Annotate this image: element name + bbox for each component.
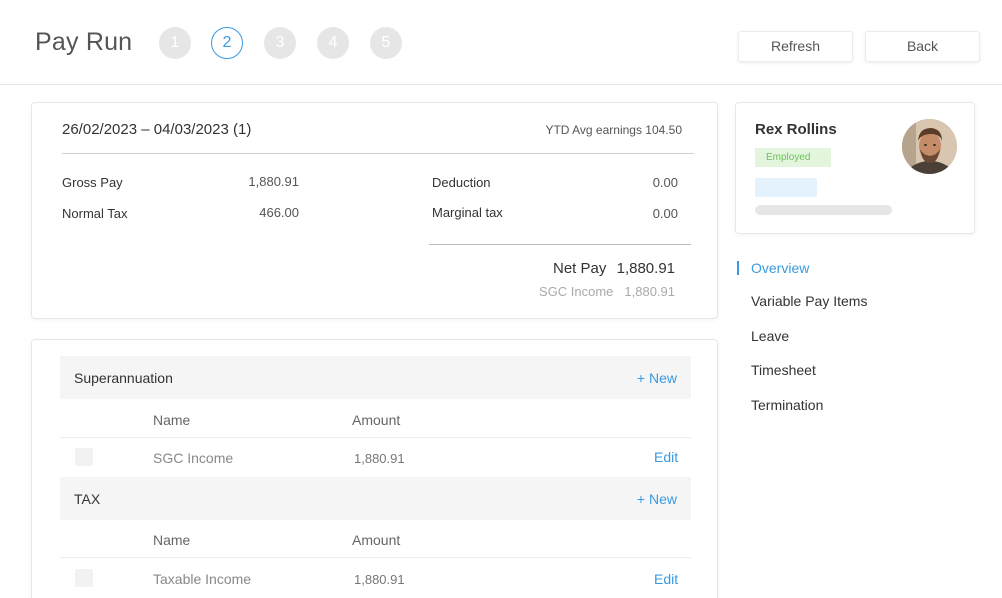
column-header-name: Name xyxy=(153,532,191,548)
placeholder-bar xyxy=(755,205,892,215)
step-4[interactable]: 4 xyxy=(317,27,349,59)
row-checkbox[interactable] xyxy=(75,448,93,466)
status-badge: Employed xyxy=(755,148,831,167)
nav-variable-pay-items[interactable]: Variable Pay Items xyxy=(751,293,867,309)
sgc-income-label: SGC Income xyxy=(539,284,614,299)
pay-items-card: Superannuation + New Name Amount SGC Inc… xyxy=(31,339,718,598)
nav-overview[interactable]: Overview xyxy=(751,260,809,276)
employee-name: Rex Rollins xyxy=(755,121,837,138)
column-header-amount: Amount xyxy=(352,532,401,548)
step-3[interactable]: 3 xyxy=(264,27,296,59)
section-title: TAX xyxy=(74,491,101,507)
item-name: SGC Income xyxy=(153,450,234,466)
divider xyxy=(60,557,691,558)
column-header-name: Name xyxy=(153,412,191,428)
employee-card: Rex Rollins Employed xyxy=(735,102,975,234)
avatar-photo-icon xyxy=(902,119,957,174)
nav-termination[interactable]: Termination xyxy=(751,397,823,413)
ytd-earnings: YTD Avg earnings 104.50 xyxy=(545,123,682,137)
active-nav-indicator xyxy=(737,261,739,275)
edit-button[interactable]: Edit xyxy=(654,571,678,587)
step-5[interactable]: 5 xyxy=(370,27,402,59)
nav-leave[interactable]: Leave xyxy=(751,328,789,344)
superannuation-header: Superannuation + New xyxy=(60,356,691,399)
tax-header: TAX + New xyxy=(60,477,691,520)
deduction-label: Deduction xyxy=(432,175,491,190)
sgc-income-value: 1,880.91 xyxy=(624,284,675,299)
deduction-value: 0.00 xyxy=(652,175,678,190)
page-title: Pay Run xyxy=(35,28,133,56)
item-amount: 1,880.91 xyxy=(354,572,405,587)
row-checkbox[interactable] xyxy=(75,569,93,587)
column-header-amount: Amount xyxy=(352,412,401,428)
edit-button[interactable]: Edit xyxy=(654,449,678,465)
marginal-tax-value: 0.00 xyxy=(652,206,678,221)
normal-tax-value: 466.00 xyxy=(259,205,299,220)
divider xyxy=(62,153,694,154)
gross-pay-value: 1,880.91 xyxy=(248,174,299,189)
section-title: Superannuation xyxy=(74,370,173,386)
net-pay-label: Net Pay xyxy=(553,260,607,277)
nav-timesheet[interactable]: Timesheet xyxy=(751,362,816,378)
normal-tax-label: Normal Tax xyxy=(62,206,128,221)
placeholder-block xyxy=(755,178,817,197)
pay-period: 26/02/2023 – 04/03/2023 (1) xyxy=(62,121,252,138)
divider xyxy=(60,437,691,438)
avatar xyxy=(902,119,957,174)
new-tax-button[interactable]: + New xyxy=(637,491,677,507)
item-amount: 1,880.91 xyxy=(354,451,405,466)
step-2[interactable]: 2 xyxy=(211,27,243,59)
new-superannuation-button[interactable]: + New xyxy=(637,370,677,386)
marginal-tax-label: Marginal tax xyxy=(432,205,503,220)
gross-pay-label: Gross Pay xyxy=(62,175,123,190)
divider xyxy=(429,244,691,245)
net-pay-value: 1,880.91 xyxy=(616,260,675,277)
back-button[interactable]: Back xyxy=(865,31,980,62)
step-1[interactable]: 1 xyxy=(159,27,191,59)
refresh-button[interactable]: Refresh xyxy=(738,31,853,62)
pay-summary-card: 26/02/2023 – 04/03/2023 (1) YTD Avg earn… xyxy=(31,102,718,319)
top-bar: Pay Run 1 2 3 4 5 Refresh Back xyxy=(0,0,1002,85)
item-name: Taxable Income xyxy=(153,571,252,587)
